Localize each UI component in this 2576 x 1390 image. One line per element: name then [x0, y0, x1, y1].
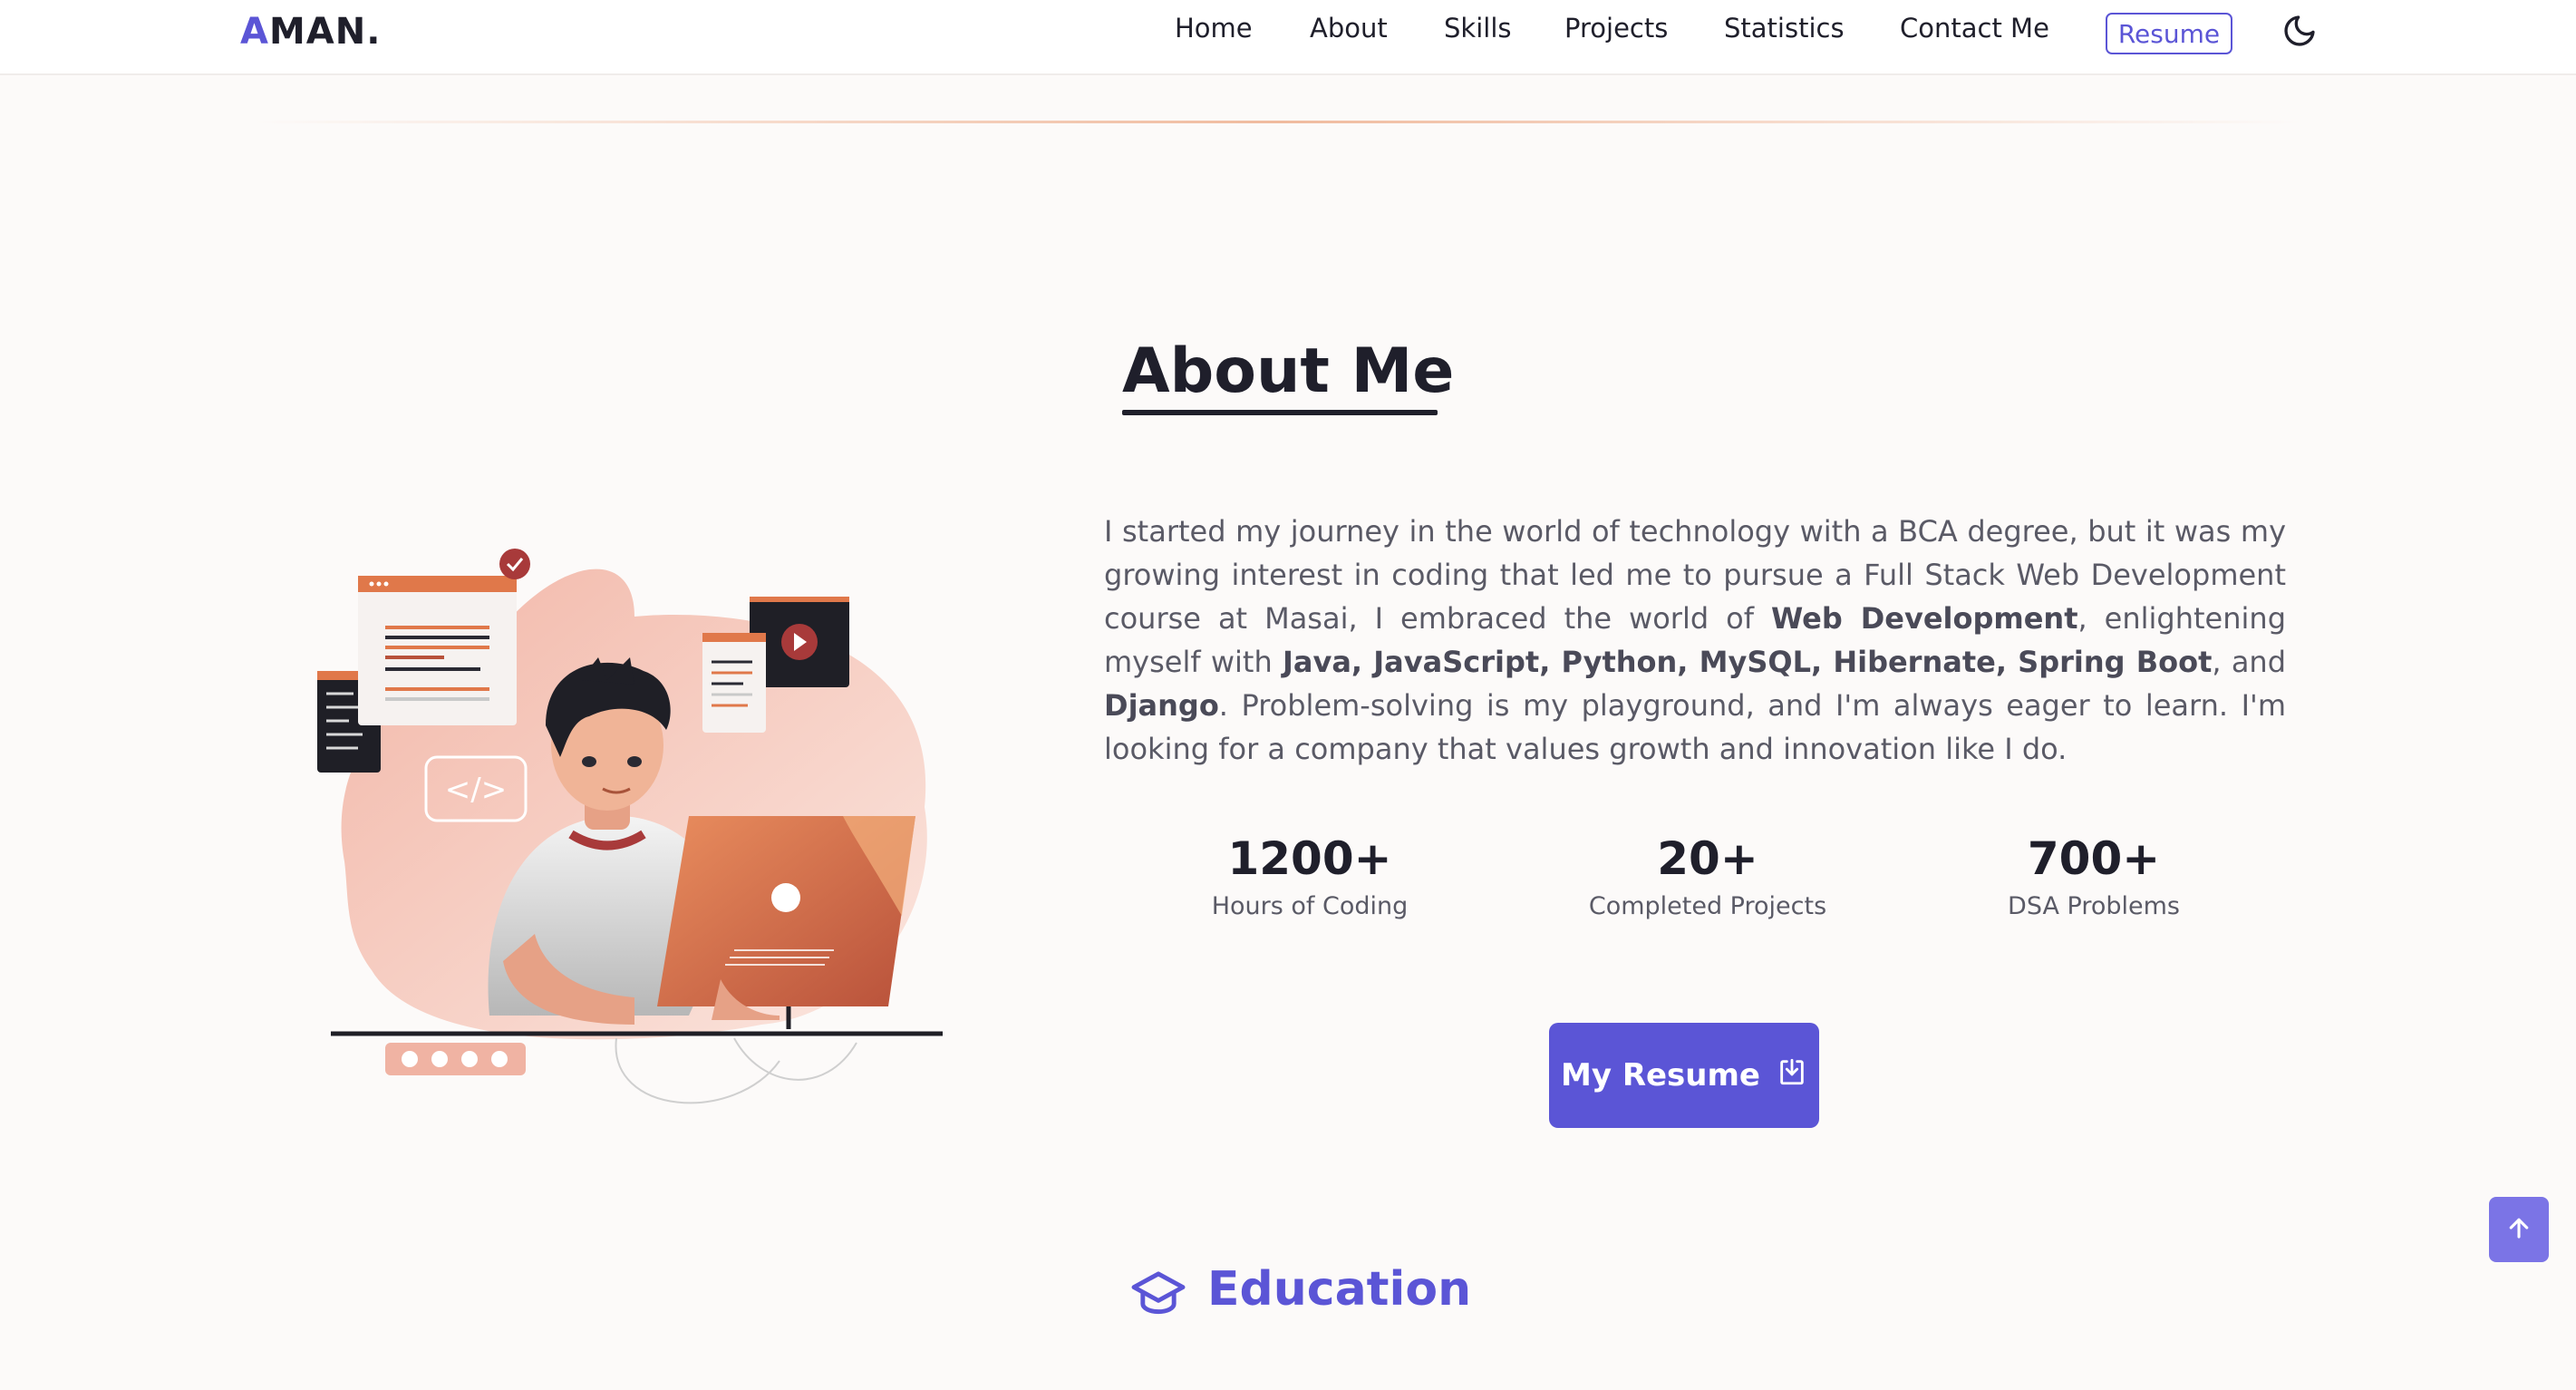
arrow-up-icon: [2505, 1214, 2532, 1245]
scroll-to-top-button[interactable]: [2489, 1197, 2549, 1262]
logo-text: MAN.: [268, 11, 382, 53]
education-title: Education: [1207, 1262, 1472, 1317]
developer-illustration: </>: [308, 535, 961, 1115]
stat-label: DSA Problems: [2008, 892, 2180, 920]
about-bio: I started my journey in the world of tec…: [1104, 510, 2286, 771]
graduation-cap-icon: [1131, 1269, 1186, 1318]
stat-dsa-problems: 700+ DSA Problems: [1980, 832, 2207, 920]
resume-nav-button[interactable]: Resume: [2106, 13, 2232, 54]
stat-coding-hours: 1200+ Hours of Coding: [1196, 832, 1423, 920]
bio-django: Django: [1104, 688, 1219, 723]
logo-initial: A: [240, 11, 269, 53]
stat-label: Completed Projects: [1588, 892, 1827, 920]
bio-web-dev: Web Development: [1770, 601, 2078, 636]
nav-contact[interactable]: Contact Me: [1900, 13, 2049, 44]
moon-icon[interactable]: [2281, 13, 2318, 49]
bio-techs: Java, JavaScript, Python, MySQL, Hiberna…: [1282, 645, 2213, 679]
nav-about[interactable]: About: [1310, 13, 1388, 44]
stat-value: 1200+: [1227, 832, 1392, 885]
about-title-underline: [1122, 410, 1438, 415]
about-title: About Me: [1122, 335, 1455, 407]
bio-outro: . Problem-solving is my playground, and …: [1104, 688, 2286, 766]
nav-skills[interactable]: Skills: [1444, 13, 1511, 44]
navbar: AMAN. Home About Skills Projects Statist…: [0, 0, 2576, 75]
stat-value: 20+: [1657, 832, 1758, 885]
my-resume-label: My Resume: [1560, 1057, 1760, 1094]
stat-value: 700+: [2027, 832, 2161, 885]
nav-projects[interactable]: Projects: [1564, 13, 1668, 44]
nav-statistics[interactable]: Statistics: [1724, 13, 1845, 44]
download-icon: [1777, 1056, 1807, 1095]
my-resume-button[interactable]: My Resume: [1549, 1023, 1819, 1128]
bio-and: , and: [2212, 645, 2287, 679]
nav-home[interactable]: Home: [1175, 13, 1253, 44]
logo[interactable]: AMAN.: [240, 11, 381, 53]
page: AMAN. Home About Skills Projects Statist…: [0, 0, 2576, 1390]
stat-completed-projects: 20+ Completed Projects: [1572, 832, 1844, 920]
stat-label: Hours of Coding: [1211, 892, 1409, 920]
svg-text:</>: </>: [445, 772, 507, 808]
section-divider: [254, 121, 2302, 123]
